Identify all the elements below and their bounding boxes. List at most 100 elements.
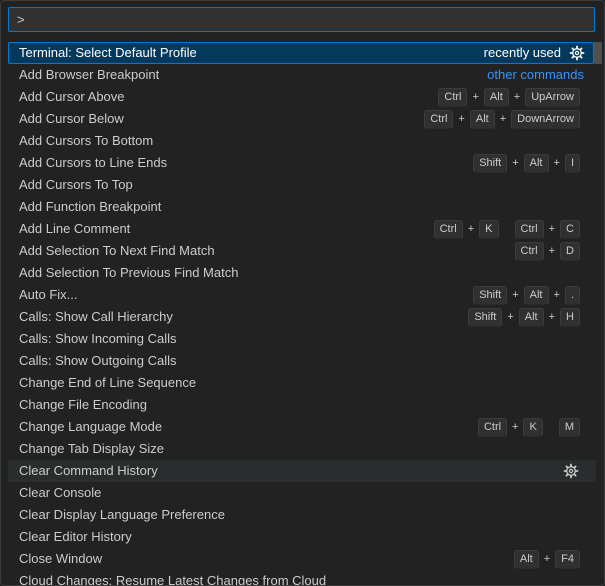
list-item[interactable]: Clear Command History [8, 460, 596, 482]
command-palette: Terminal: Select Default Profile recentl… [0, 0, 605, 586]
keybinding: Ctrl + Alt + DownArrow [424, 108, 580, 130]
keybinding: Shift + Alt + I [473, 152, 580, 174]
key-cap: I [564, 153, 580, 173]
command-input-box[interactable] [8, 7, 595, 32]
keybinding: Ctrl + K M [477, 416, 580, 438]
key-separator: + [548, 245, 556, 257]
command-label: Change File Encoding [19, 397, 147, 412]
list-item[interactable]: Clear Editor History [1, 526, 604, 548]
command-label: Clear Editor History [19, 529, 132, 544]
gear-icon[interactable] [569, 45, 585, 61]
key-separator: + [499, 113, 507, 125]
list-item[interactable]: Clear Display Language Preference [1, 504, 604, 526]
key-separator: + [512, 421, 519, 433]
list-item[interactable]: Add Function Breakpoint [1, 196, 604, 218]
key-separator: + [512, 289, 519, 301]
command-label: Calls: Show Call Hierarchy [19, 309, 173, 324]
key-cap: Ctrl [424, 109, 454, 129]
key-separator: + [513, 91, 521, 103]
recently-used-tag: recently used [483, 45, 561, 60]
key-cap: M [558, 417, 580, 437]
key-cap: Ctrl [514, 241, 544, 261]
key-separator: + [553, 289, 560, 301]
key-separator: + [507, 311, 514, 323]
key-cap: K [479, 219, 499, 239]
command-label: Clear Display Language Preference [19, 507, 225, 522]
gear-icon[interactable] [563, 463, 579, 479]
list-item[interactable]: Auto Fix... Shift + Alt +. [1, 284, 604, 306]
key-separator: + [548, 311, 556, 323]
list-item[interactable]: Change File Encoding [1, 394, 604, 416]
key-separator: + [553, 157, 560, 169]
keybinding: Ctrl + Alt + UpArrow [438, 86, 580, 108]
scrollbar-thumb[interactable] [594, 42, 602, 64]
keybinding [563, 460, 579, 482]
list-item[interactable]: Add Line Comment Ctrl + K Ctrl + C [1, 218, 604, 240]
key-separator: + [543, 553, 551, 565]
key-cap: Ctrl [438, 87, 468, 107]
list-item[interactable]: Add Cursor Below Ctrl + Alt + DownArrow [1, 108, 604, 130]
keybinding: Shift + Alt + H [468, 306, 580, 328]
key-cap: Ctrl [514, 219, 544, 239]
list-item[interactable]: Add Cursors to Line Ends Shift + Alt + I [1, 152, 604, 174]
command-label: Change End of Line Sequence [19, 375, 197, 390]
command-input[interactable] [9, 8, 594, 31]
key-separator: + [458, 113, 465, 125]
other-commands-label: other commands [487, 67, 584, 82]
list-item[interactable]: Add Cursors To Top [1, 174, 604, 196]
command-label: Add Cursors To Bottom [19, 133, 154, 148]
key-cap: Shift [468, 307, 503, 327]
key-cap: Alt [523, 285, 549, 305]
keybinding: Ctrl + K Ctrl + C [433, 218, 580, 240]
list-item[interactable]: Change End of Line Sequence [1, 372, 604, 394]
key-cap: Shift [473, 153, 508, 173]
command-label: Add Browser Breakpoint [19, 67, 160, 82]
list-item[interactable]: Calls: Show Outgoing Calls [1, 350, 604, 372]
list-item[interactable]: Change Tab Display Size [1, 438, 604, 460]
command-label: Change Tab Display Size [19, 441, 165, 456]
list-item[interactable]: Add Selection To Previous Find Match [1, 262, 604, 284]
command-label: Change Language Mode [19, 419, 163, 434]
list-item[interactable]: Cloud Changes: Resume Latest Changes fro… [1, 570, 604, 586]
command-label: Add Function Breakpoint [19, 199, 162, 214]
command-label: Terminal: Select Default Profile [19, 45, 197, 60]
key-cap: . [564, 285, 580, 305]
list-item[interactable]: Add Cursors To Bottom [1, 130, 604, 152]
key-cap: Alt [469, 109, 495, 129]
command-label: Add Selection To Next Find Match [19, 243, 215, 258]
list-item[interactable]: Add Browser Breakpoint other commands [1, 64, 604, 86]
list-item[interactable]: Add Cursor Above Ctrl + Alt + UpArrow [1, 86, 604, 108]
key-cap: DownArrow [511, 109, 580, 129]
key-cap: Alt [523, 153, 549, 173]
key-cap: H [560, 307, 580, 327]
list-item-selected[interactable]: Terminal: Select Default Profile recentl… [8, 42, 594, 64]
key-cap: Alt [518, 307, 544, 327]
list-item[interactable]: Add Selection To Next Find Match Ctrl + D [1, 240, 604, 262]
key-cap: Shift [473, 285, 508, 305]
command-label: Add Cursors To Top [19, 177, 133, 192]
key-cap: K [523, 417, 543, 437]
list-item[interactable]: Close Window Alt + F4 [1, 548, 604, 570]
command-label: Cloud Changes: Resume Latest Changes fro… [19, 573, 327, 586]
command-label: Close Window [19, 551, 103, 566]
command-label: Add Cursors to Line Ends [19, 155, 168, 170]
keybinding: Alt + F4 [513, 548, 580, 570]
key-cap: Alt [513, 549, 539, 569]
list-item[interactable]: Change Language Mode Ctrl + K M [1, 416, 604, 438]
command-label: Clear Command History [19, 463, 158, 478]
command-label: Add Cursor Below [19, 111, 124, 126]
list-item[interactable]: Clear Console [1, 482, 604, 504]
command-label: Clear Console [19, 485, 102, 500]
list-item[interactable]: Calls: Show Call Hierarchy Shift + Alt + H [1, 306, 604, 328]
key-separator: + [472, 91, 479, 103]
command-list: Terminal: Select Default Profile recentl… [1, 42, 604, 586]
key-cap: Ctrl [477, 417, 508, 437]
key-cap: D [560, 241, 580, 261]
key-cap: F4 [555, 549, 580, 569]
key-cap: UpArrow [525, 87, 580, 107]
key-separator: + [467, 223, 475, 235]
command-label: Auto Fix... [19, 287, 78, 302]
command-label: Add Cursor Above [19, 89, 125, 104]
list-item[interactable]: Calls: Show Incoming Calls [1, 328, 604, 350]
keybinding: Ctrl + D [514, 240, 580, 262]
